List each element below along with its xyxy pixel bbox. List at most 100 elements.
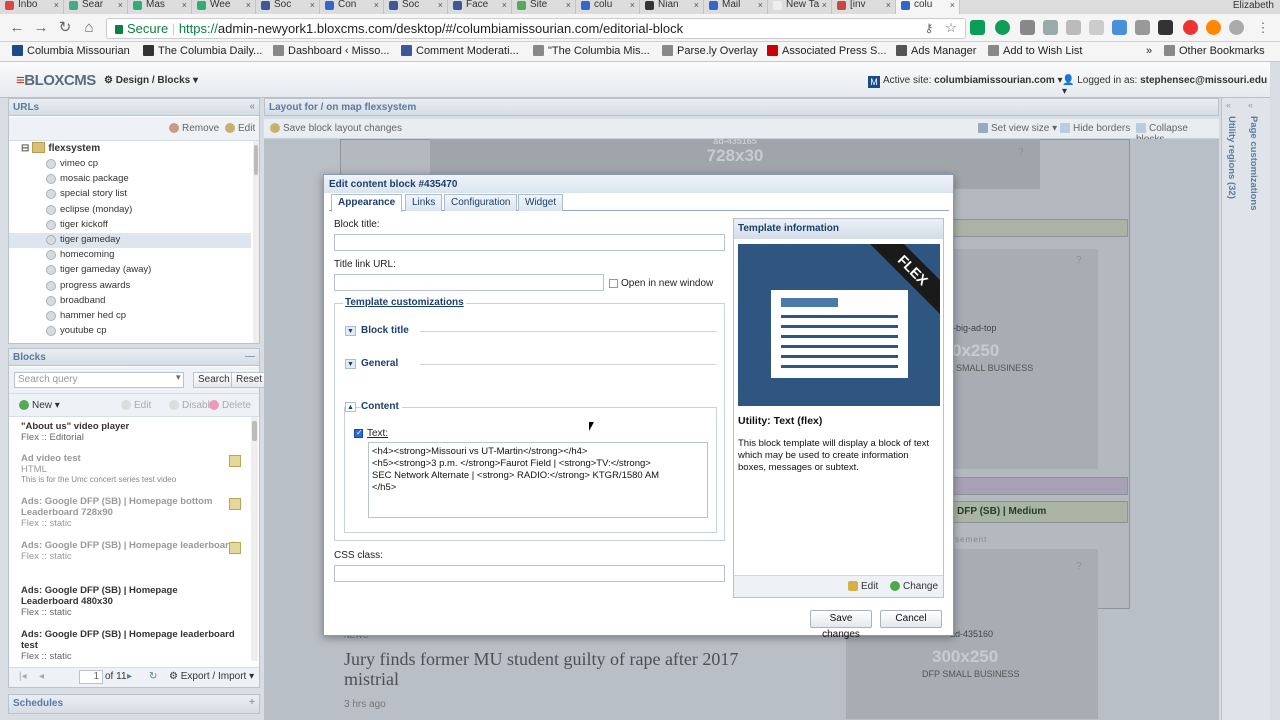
tree-item[interactable]: tiger kickoff bbox=[9, 218, 251, 233]
help-icon[interactable]: ? bbox=[1076, 561, 1082, 572]
browser-tab[interactable]: Sear × bbox=[64, 0, 128, 14]
tree-item[interactable]: broadband bbox=[9, 294, 251, 309]
browser-tab[interactable]: Inbo × bbox=[0, 0, 64, 14]
list-item[interactable]: Ads: Google DFP (SB) | Homepage Leaderbo… bbox=[9, 583, 249, 620]
tree-root-flexsystem[interactable]: ⊟ flexsystem bbox=[21, 142, 100, 154]
home-icon[interactable]: ⌂ bbox=[80, 19, 98, 37]
close-tab-icon[interactable]: × bbox=[822, 0, 827, 10]
tree-item[interactable]: special story list bbox=[9, 187, 251, 202]
change-template-button[interactable]: Change bbox=[890, 581, 938, 592]
section-content[interactable]: ▲ Content bbox=[345, 401, 705, 415]
list-item[interactable]: Ads: Google DFP (SB) | Homepage bottom L… bbox=[9, 494, 249, 531]
bookmark-item[interactable]: Add to Wish List bbox=[988, 45, 1082, 57]
css-class-input[interactable] bbox=[334, 565, 725, 582]
section-block-title[interactable]: ▼ Block title bbox=[345, 325, 717, 339]
tree-item[interactable]: tiger gameday (away) bbox=[9, 263, 251, 278]
title-link-input[interactable] bbox=[334, 274, 604, 291]
active-site-selector[interactable]: M Active site: columbiamissourian.com ▾ bbox=[868, 75, 1063, 88]
bookmark-item[interactable]: Columbia Missourian bbox=[12, 45, 130, 57]
delete-block-button[interactable]: Delete bbox=[209, 400, 251, 411]
reset-button[interactable]: Reset bbox=[231, 372, 268, 388]
browser-tab[interactable]: Mail × bbox=[704, 0, 768, 14]
schedules-panel-header[interactable]: Schedules + bbox=[8, 694, 260, 714]
close-tab-icon[interactable]: × bbox=[438, 0, 443, 10]
forward-icon[interactable]: → bbox=[32, 19, 50, 37]
bookmark-item[interactable]: Comment Moderati... bbox=[401, 45, 519, 57]
extension-icon[interactable] bbox=[1206, 20, 1221, 35]
close-tab-icon[interactable]: × bbox=[310, 0, 315, 10]
bookmark-item[interactable]: Dashboard ‹ Misso... bbox=[273, 45, 389, 57]
help-icon[interactable]: ? bbox=[1018, 147, 1024, 158]
browser-tab[interactable]: New Ta × bbox=[768, 0, 832, 14]
extension-icon[interactable] bbox=[1112, 20, 1127, 35]
bookmark-item[interactable]: Ads Manager bbox=[896, 45, 976, 57]
prev-page-icon[interactable]: ◂ bbox=[39, 671, 44, 682]
extension-icon[interactable] bbox=[1043, 20, 1058, 35]
tree-item[interactable]: mosaic package bbox=[9, 172, 251, 187]
browser-tab[interactable]: [inv × bbox=[832, 0, 896, 14]
save-changes-button[interactable]: Save changes bbox=[810, 610, 872, 640]
list-item[interactable]: Ads: Google DFP (SB) | Homepage leaderbo… bbox=[9, 627, 249, 661]
extension-icon[interactable] bbox=[1020, 20, 1035, 35]
more-bookmarks-button[interactable]: » bbox=[1146, 45, 1152, 57]
close-tab-icon[interactable]: × bbox=[694, 0, 699, 10]
browser-tab[interactable]: colu × bbox=[576, 0, 640, 14]
browser-tab[interactable]: colu × bbox=[896, 0, 960, 14]
browser-tab[interactable]: Mas × bbox=[128, 0, 192, 14]
close-tab-icon[interactable]: × bbox=[54, 0, 59, 10]
bookmark-item[interactable]: "The Columbia Mis... bbox=[533, 45, 650, 57]
edit-template-button[interactable]: Edit bbox=[848, 581, 878, 592]
chevron-down-icon[interactable]: ▼ bbox=[345, 359, 356, 369]
address-bar[interactable]: Secure | https://admin-newyork1.bloxcms.… bbox=[106, 18, 966, 39]
page-customizations-tab[interactable]: Page customizations bbox=[1248, 116, 1259, 211]
close-tab-icon[interactable]: × bbox=[118, 0, 123, 10]
browser-tab[interactable]: Site × bbox=[512, 0, 576, 14]
extension-icon[interactable] bbox=[1183, 20, 1198, 35]
browser-tab[interactable]: Wee × bbox=[192, 0, 256, 14]
extension-icon[interactable] bbox=[970, 20, 985, 35]
export-import-button[interactable]: ⚙ Export / Import ▾ bbox=[169, 671, 254, 682]
close-tab-icon[interactable]: × bbox=[950, 0, 955, 10]
close-tab-icon[interactable]: × bbox=[886, 0, 891, 10]
star-icon[interactable]: ☆ bbox=[942, 19, 960, 37]
urls-scrollbar[interactable] bbox=[253, 141, 259, 343]
browser-tab[interactable]: Face × bbox=[448, 0, 512, 14]
browser-tab[interactable]: Nian × bbox=[640, 0, 704, 14]
close-tab-icon[interactable]: × bbox=[758, 0, 763, 10]
browser-tab[interactable]: Soc × bbox=[384, 0, 448, 14]
bookmark-item[interactable]: Other Bookmarks bbox=[1164, 45, 1265, 57]
first-page-icon[interactable]: |◂ bbox=[19, 671, 27, 682]
block-title-input[interactable] bbox=[334, 234, 725, 251]
open-new-window-checkbox[interactable] bbox=[609, 279, 618, 288]
expand-icon[interactable]: + bbox=[249, 697, 255, 708]
logged-in-user[interactable]: 👤 Logged in as: stephensec@missouri.edu … bbox=[1062, 75, 1270, 97]
expand-icon[interactable]: ⊟ bbox=[21, 143, 29, 154]
tree-item[interactable]: vimeo cp bbox=[9, 157, 251, 172]
search-input[interactable]: Search query bbox=[14, 372, 184, 388]
chevron-down-icon[interactable]: ▼ bbox=[345, 326, 356, 336]
browser-tab[interactable]: Soc × bbox=[256, 0, 320, 14]
help-icon[interactable]: ? bbox=[1076, 255, 1082, 266]
extension-icon[interactable] bbox=[995, 20, 1010, 35]
list-item[interactable]: "About us" video player Flex :: Editorial bbox=[9, 419, 249, 445]
close-tab-icon[interactable]: × bbox=[374, 0, 379, 10]
tab-appearance[interactable]: Appearance bbox=[331, 194, 403, 212]
blocks-scrollbar[interactable] bbox=[251, 417, 258, 661]
collapse-icon[interactable]: « bbox=[249, 101, 255, 112]
tab-links[interactable]: Links bbox=[405, 194, 443, 211]
bookmark-item[interactable]: Associated Press S... bbox=[767, 45, 887, 57]
menu-icon[interactable]: ⋮ bbox=[1254, 19, 1272, 37]
new-block-button[interactable]: New ▾ bbox=[19, 400, 60, 411]
chevron-down-icon[interactable]: ▾ bbox=[176, 372, 181, 383]
tree-item[interactable]: hammer hed cp bbox=[9, 309, 251, 324]
cancel-button[interactable]: Cancel bbox=[880, 610, 942, 628]
close-tab-icon[interactable]: × bbox=[182, 0, 187, 10]
extension-icon[interactable] bbox=[1135, 20, 1150, 35]
extension-icon[interactable] bbox=[1229, 20, 1244, 35]
text-enabled-checkbox[interactable] bbox=[354, 428, 363, 438]
close-tab-icon[interactable]: × bbox=[246, 0, 251, 10]
reload-icon[interactable]: ↻ bbox=[56, 19, 74, 37]
text-content-textarea[interactable]: <h4><strong>Missouri vs UT-Martin</stron… bbox=[368, 442, 708, 518]
close-tab-icon[interactable]: × bbox=[566, 0, 571, 10]
collapse-icon[interactable]: « bbox=[1226, 100, 1231, 110]
